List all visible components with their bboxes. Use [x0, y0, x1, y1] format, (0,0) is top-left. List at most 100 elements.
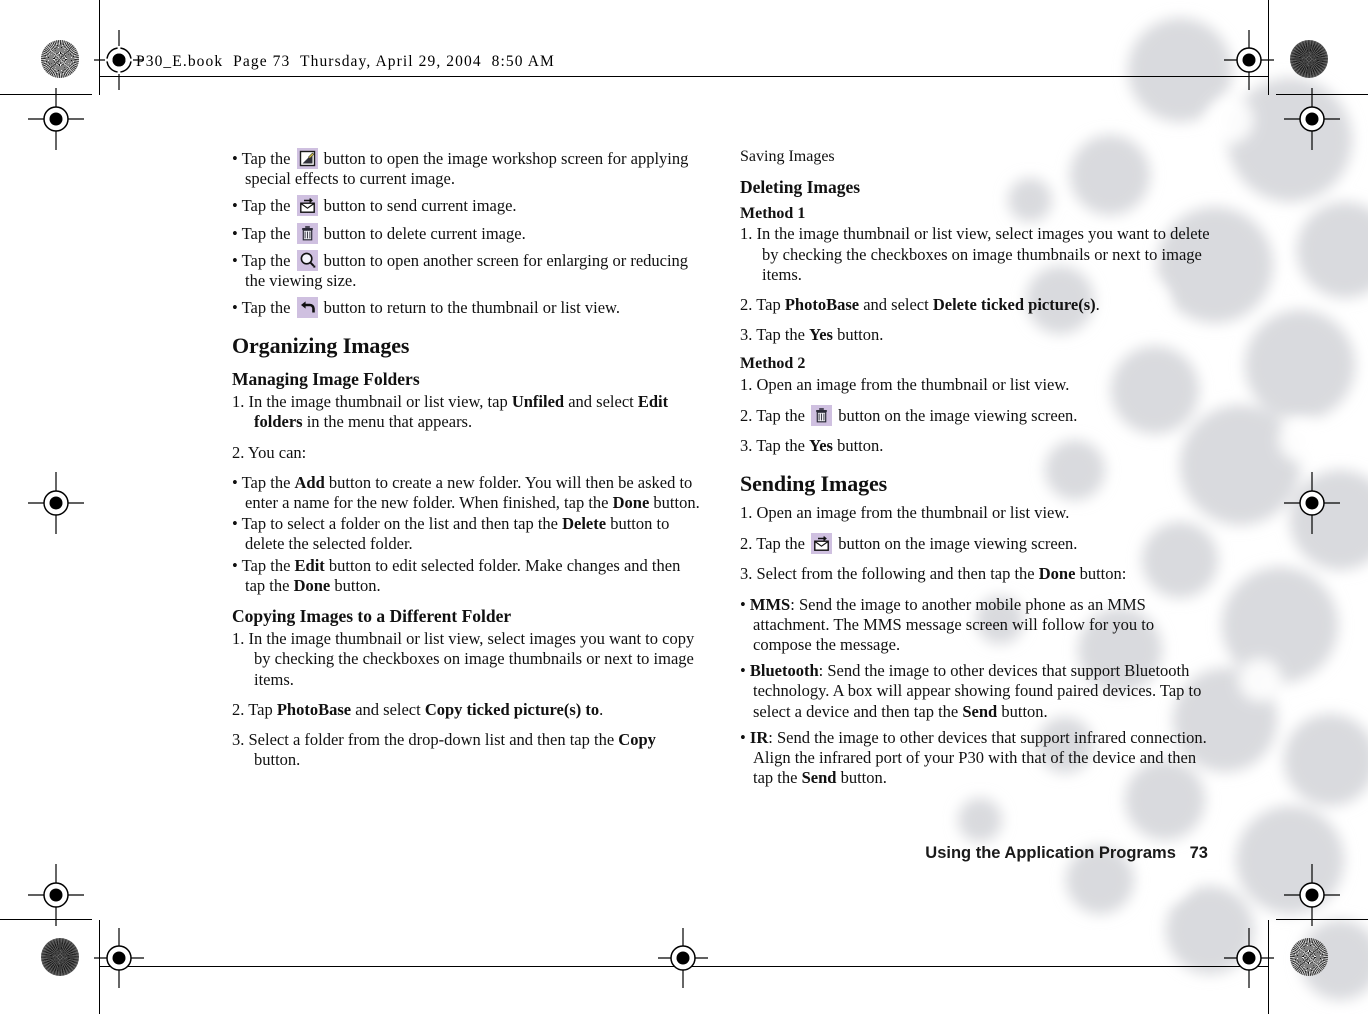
heading-copying-images: Copying Images to a Different Folder [232, 606, 512, 626]
registration-target-mark-right-lower [1284, 864, 1340, 926]
step-text-b: and select [351, 699, 425, 719]
step-text-a: 3. Select a folder from the drop-down li… [232, 729, 619, 749]
step-text-post: button on the image viewing screen. [838, 406, 1078, 425]
bullet-image-workshop: • Tap the button to open the image works… [232, 148, 702, 189]
ui-term-done: Done [293, 575, 331, 595]
ui-term-photobase: PhotoBase [784, 295, 860, 314]
send-envelope-icon [811, 533, 833, 555]
bullet-text-c: button. [649, 492, 700, 512]
sending-step-3: 3. Select from the following and then ta… [740, 564, 1210, 584]
bullet-return-thumbnail: • Tap the button to return to the thumbn… [232, 297, 702, 319]
bullet-text-pre: • Tap the [232, 196, 291, 216]
method-1-step-3: 3. Tap the Yes button. [740, 325, 1210, 345]
image-workshop-icon [296, 148, 318, 169]
color-rosette-mark-bottom-left [41, 938, 79, 976]
option-label-bluetooth: Bluetooth [749, 661, 819, 681]
managing-step-2: 2. You can: [232, 442, 307, 462]
heading-method-2: Method 2 [740, 355, 806, 373]
registration-target-mark-top-right [1224, 30, 1274, 90]
page-trim-rule-top [99, 76, 1268, 77]
sending-option-ir: • IR: Send the image to other devices th… [740, 728, 1210, 789]
ui-term-delete-ticked-pictures: Delete ticked picture(s) [932, 295, 1096, 314]
document-header-line: P30_E.book Page 73 Thursday, April 29, 2… [136, 53, 555, 70]
bullet-text-a: • Tap the [232, 555, 295, 575]
ui-term-yes: Yes [809, 436, 833, 456]
heading-deleting-images: Deleting Images [740, 176, 861, 197]
step-text-a: 3. Select from the following and then ta… [740, 564, 1039, 584]
ui-term-edit: Edit [294, 555, 325, 575]
ui-term-delete: Delete [562, 514, 607, 534]
sending-step-1: 1. Open an image from the thumbnail or l… [740, 503, 1070, 523]
copying-step-2: 2. Tap PhotoBase and select Copy ticked … [232, 700, 702, 720]
managing-bullet-add: • Tap the Add button to create a new fol… [232, 473, 702, 513]
trash-can-icon [811, 405, 833, 426]
bullet-text-pre: • Tap the [232, 149, 291, 168]
registration-target-mark-bottom-right [1224, 928, 1274, 988]
step-text-b: button. [832, 436, 884, 456]
bullet-text-c: button. [330, 575, 381, 595]
step-text-pre: 2. Tap the [740, 534, 805, 554]
bullet-marker: • [740, 594, 750, 614]
option-text-b: button. [997, 701, 1048, 721]
step-text-b: button: [1075, 564, 1127, 584]
manual-page: P30_E.book Page 73 Thursday, April 29, 2… [0, 0, 1368, 1014]
trash-can-icon [296, 222, 318, 244]
bullet-text-a: • Tap to select a folder on the list and… [232, 514, 563, 534]
heading-managing-image-folders: Managing Image Folders [232, 369, 420, 390]
back-arrow-icon [296, 297, 318, 319]
ui-term-copy: Copy [618, 729, 656, 749]
registration-target-mark-bottom-left [94, 928, 144, 988]
option-label-ir: IR [749, 727, 769, 747]
step-text-pre: 2. Tap the [740, 406, 805, 425]
registration-target-mark-left-lower [28, 864, 84, 926]
method-1-step-2: 2. Tap PhotoBase and select Delete ticke… [740, 295, 1210, 315]
step-text-a: 2. Tap [740, 295, 785, 314]
step-text-c: . [599, 699, 604, 719]
bullet-delete-image: • Tap the button to delete current image… [232, 222, 702, 244]
heading-saving-images: Saving Images [740, 148, 835, 165]
step-text-c: in the menu that appears. [302, 412, 473, 432]
bullet-text-pre: • Tap the [232, 250, 291, 270]
ui-term-unfiled: Unfiled [511, 392, 565, 412]
bullet-text-a: • Tap the [232, 472, 295, 492]
managing-step-1: 1. In the image thumbnail or list view, … [232, 392, 702, 432]
bullet-send-image: • Tap the button to send current image. [232, 195, 702, 217]
registration-target-mark-right-middle [1284, 472, 1340, 534]
registration-target-mark-right-upper [1284, 88, 1340, 150]
managing-bullet-edit: • Tap the Edit button to edit selected f… [232, 556, 702, 596]
option-label-mms: MMS [749, 594, 791, 614]
bullet-marker: • [740, 661, 750, 681]
ui-term-send: Send [801, 768, 837, 788]
registration-target-mark-bottom-center [658, 928, 708, 988]
step-text-c: . [1095, 295, 1100, 314]
heading-organizing-images: Organizing Images [232, 333, 410, 359]
heading-sending-images: Sending Images [740, 471, 888, 497]
step-text-b: and select [859, 295, 933, 314]
step-text-b: button. [254, 750, 301, 770]
method-2-step-3: 3. Tap the Yes button. [740, 436, 1210, 456]
step-text-b: and select [564, 392, 638, 412]
bullet-text-post: button to delete current image. [323, 223, 526, 243]
registration-target-mark-left-upper [28, 88, 84, 150]
sending-step-2: 2. Tap the button on the image viewing s… [740, 533, 1210, 555]
method-2-step-2: 2. Tap the button on the image viewing s… [740, 405, 1210, 426]
bullet-text-post: button to send current image. [323, 196, 517, 216]
step-number: 1. [232, 392, 245, 412]
step-text-a: 2. Tap [232, 699, 277, 719]
option-text-a: : Send the image to another mobile phone… [753, 594, 1155, 655]
step-text-post: button on the image viewing screen. [838, 534, 1078, 554]
ui-term-done: Done [612, 492, 650, 512]
color-rosette-mark-bottom-right [1290, 938, 1328, 976]
copying-step-3: 3. Select a folder from the drop-down li… [232, 730, 702, 770]
heading-method-1: Method 1 [740, 205, 806, 222]
option-text-b: button. [836, 768, 887, 788]
ui-term-send: Send [962, 701, 998, 721]
method-1-step-1: 1. In the image thumbnail or list view, … [740, 224, 1210, 284]
color-rosette-mark-top-left [41, 40, 79, 78]
ui-term-add: Add [294, 472, 325, 492]
sending-option-bluetooth: • Bluetooth: Send the image to other dev… [740, 661, 1210, 722]
bullet-zoom-image: • Tap the button to open another screen … [232, 249, 702, 291]
ui-term-copy-ticked-pictures-to: Copy ticked picture(s) to [424, 699, 600, 719]
bullet-text-post: button to return to the thumbnail or lis… [323, 298, 620, 318]
step-text-a: In the image thumbnail or list view, tap [248, 392, 512, 412]
